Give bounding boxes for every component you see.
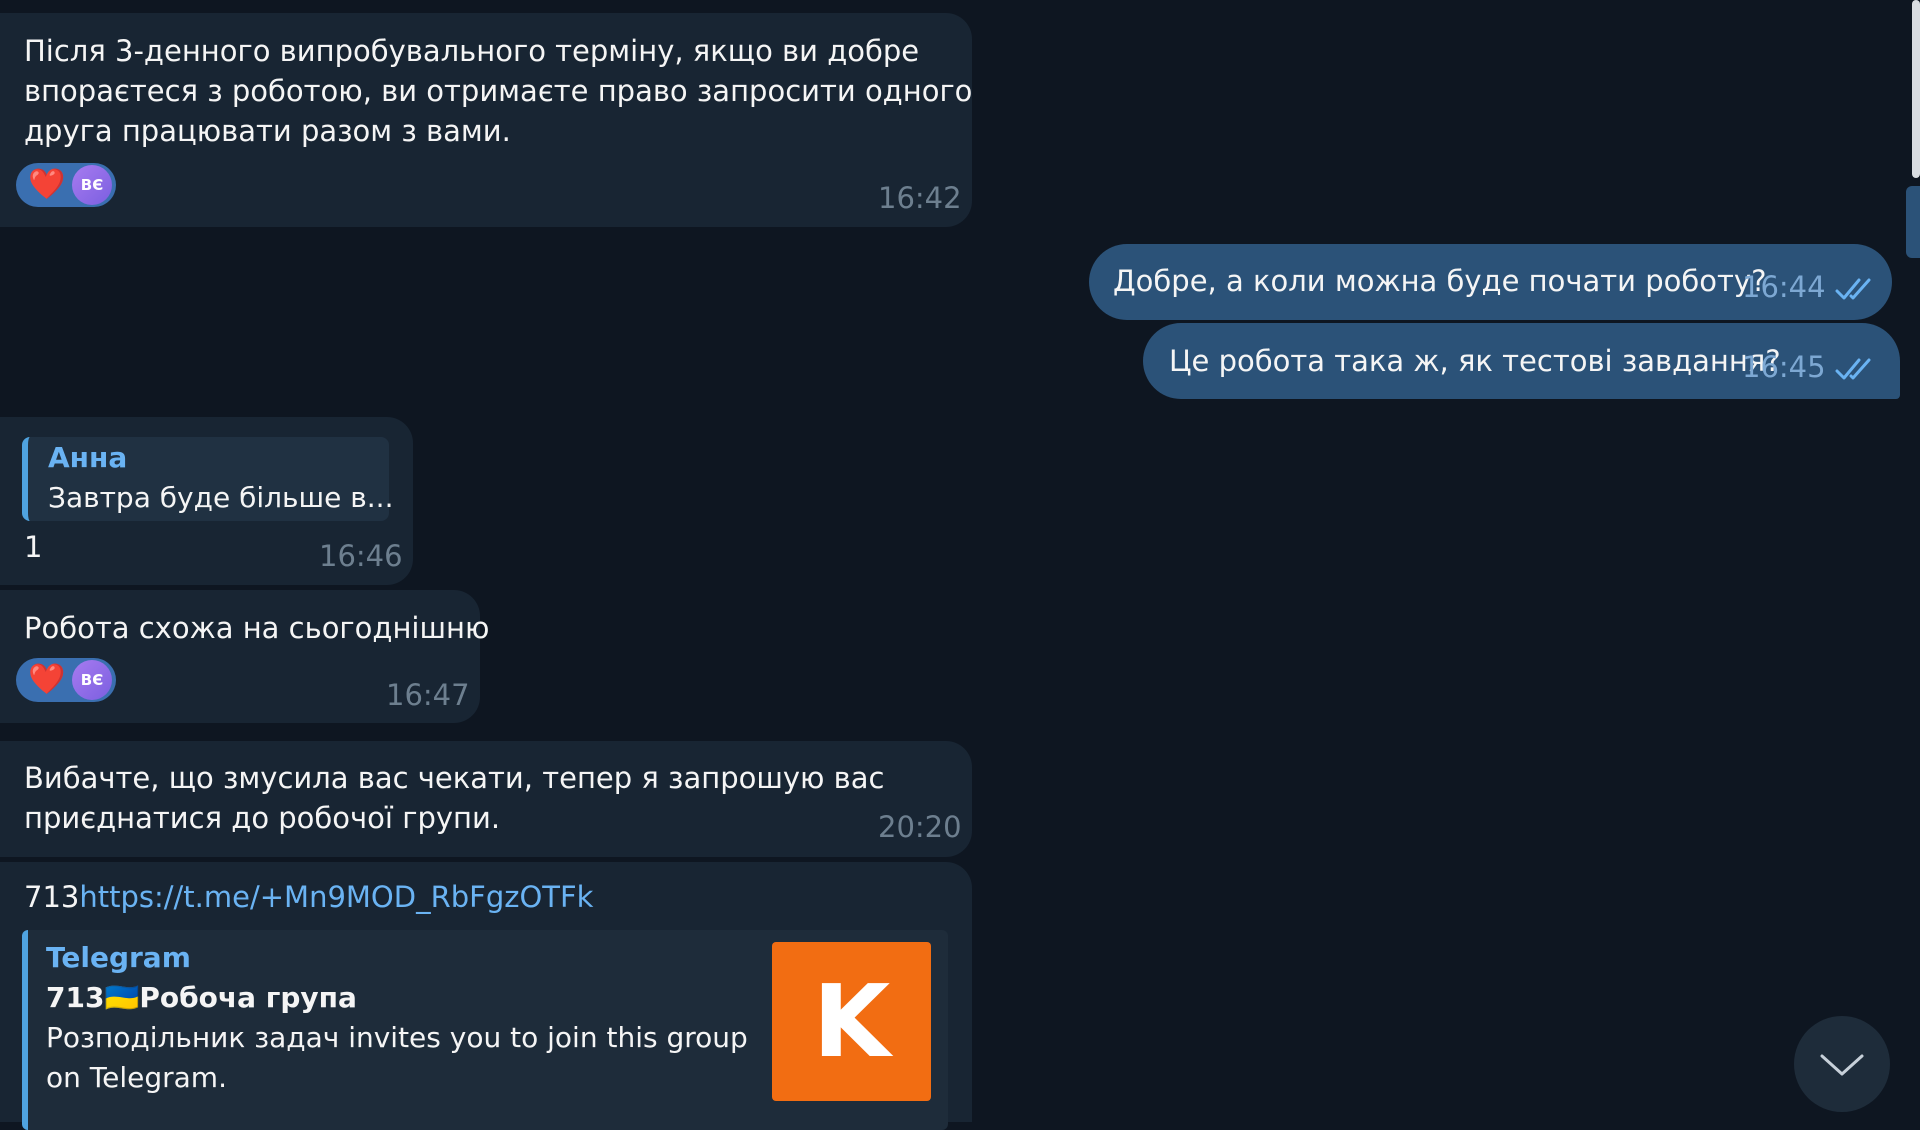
message-bubble[interactable]: Робота схожа на сьогоднішню ❤️ ВЄ 16:47 bbox=[0, 590, 489, 723]
message-text: друга працювати разом з вами. bbox=[24, 114, 511, 148]
preview-title-text: Робоча група bbox=[139, 981, 357, 1014]
message-prefix: 713 bbox=[24, 880, 80, 914]
message-time: 16:45 bbox=[1742, 350, 1826, 384]
message-time: 16:46 bbox=[319, 539, 403, 573]
message-bubble[interactable]: Це робота така ж, як тестові завдання? 1… bbox=[1143, 323, 1900, 399]
heart-icon: ❤️ bbox=[28, 167, 66, 202]
reaction-chip[interactable]: ❤️ ВЄ bbox=[16, 658, 116, 702]
ukraine-flag-icon: 🇺🇦 bbox=[104, 981, 140, 1014]
message-bubble[interactable]: Анна Завтра буде більше в... 1 16:46 bbox=[0, 417, 413, 585]
chevron-down-icon bbox=[1820, 1054, 1864, 1076]
preview-thumbnail[interactable]: K bbox=[772, 942, 931, 1101]
preview-description: Розподільник задач invites you to join t… bbox=[46, 1021, 748, 1054]
message-bubble[interactable]: 713https://t.me/+Mn9MOD_RbFgzOTFk Telegr… bbox=[0, 862, 972, 1130]
scrollbar-thumb[interactable] bbox=[1912, 0, 1920, 178]
preview-title-prefix: 713 bbox=[46, 981, 105, 1014]
avatar: ВЄ bbox=[72, 165, 112, 205]
message-bubble[interactable]: Добре, а коли можна буде почати роботу? … bbox=[1089, 244, 1892, 320]
message-text: Це робота така ж, як тестові завдання? bbox=[1169, 344, 1781, 378]
message-text: 1 bbox=[24, 530, 43, 564]
double-check-icon bbox=[1835, 358, 1871, 380]
message-text: впораєтеся з роботою, ви отримаєте право… bbox=[24, 74, 973, 108]
message-text: Добре, а коли можна буде почати роботу? bbox=[1113, 264, 1767, 298]
message-bubble[interactable]: Після 3-денного випробувального терміну,… bbox=[0, 13, 972, 227]
message-text: приєднатися до робочої групи. bbox=[24, 801, 501, 835]
message-time: 16:42 bbox=[878, 181, 962, 215]
message-time: 20:20 bbox=[878, 810, 962, 844]
message-time: 16:47 bbox=[386, 678, 470, 712]
thumbnail-letter: K bbox=[812, 963, 891, 1080]
message-text: Робота схожа на сьогоднішню bbox=[24, 611, 490, 645]
message-text: 713https://t.me/+Mn9MOD_RbFgzOTFk bbox=[24, 877, 593, 917]
invite-link[interactable]: https://t.me/+Mn9MOD_RbFgzOTFk bbox=[79, 880, 593, 914]
link-preview[interactable]: Telegram 713🇺🇦Робоча група Розподільник … bbox=[22, 930, 948, 1130]
heart-icon: ❤️ bbox=[28, 662, 66, 697]
reply-author: Анна bbox=[48, 441, 128, 474]
avatar: ВЄ bbox=[72, 660, 112, 700]
scrollbar-marker bbox=[1906, 186, 1920, 258]
reply-quote[interactable]: Анна Завтра буде більше в... bbox=[22, 437, 393, 521]
message-text: Вибачте, що змусила вас чекати, тепер я … bbox=[24, 761, 885, 795]
scroll-down-button[interactable] bbox=[1794, 1016, 1890, 1112]
reaction-chip[interactable]: ❤️ ВЄ bbox=[16, 163, 116, 207]
preview-title: 713🇺🇦Робоча група bbox=[46, 978, 357, 1018]
preview-description: on Telegram. bbox=[46, 1061, 227, 1094]
reply-text: Завтра буде більше в... bbox=[48, 481, 394, 514]
preview-site: Telegram bbox=[46, 941, 191, 974]
message-bubble[interactable]: Вибачте, що змусила вас чекати, тепер я … bbox=[0, 741, 972, 857]
double-check-icon bbox=[1835, 278, 1871, 300]
message-time: 16:44 bbox=[1742, 270, 1826, 304]
message-text: Після 3-денного випробувального терміну,… bbox=[24, 34, 920, 68]
